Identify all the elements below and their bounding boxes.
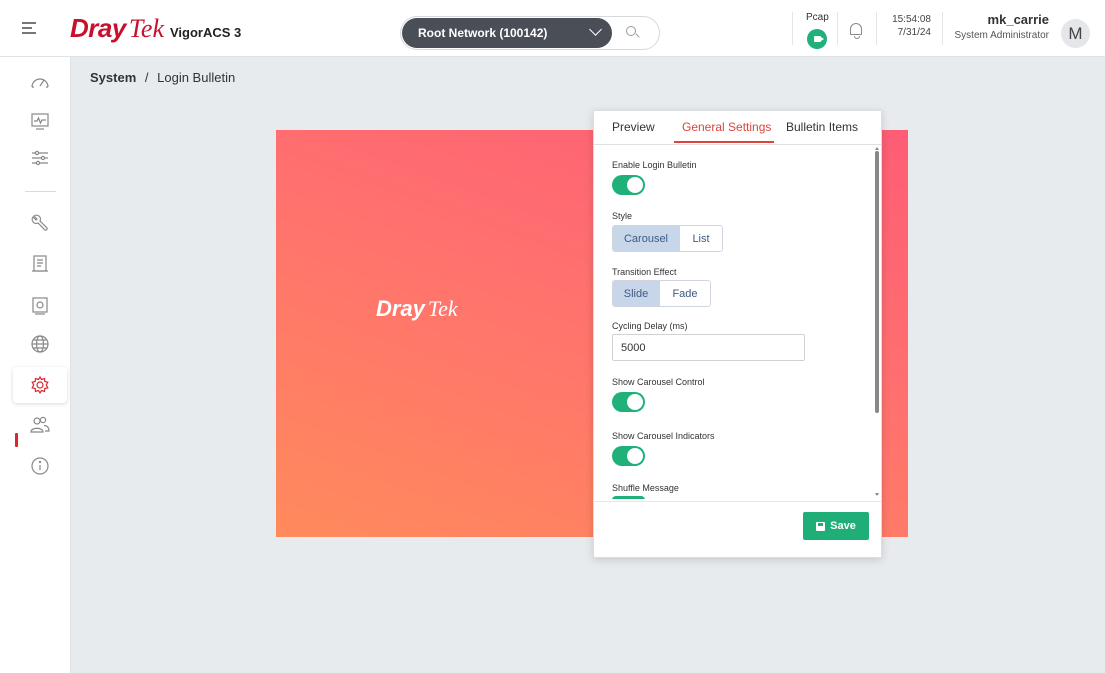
active-tab-underline (674, 141, 774, 143)
top-header: Dray Tek VigorACS 3 Root Network (100142… (0, 0, 1105, 57)
preview-logo-dray: Dray (376, 296, 425, 321)
style-option-list[interactable]: List (679, 226, 722, 251)
floppy-disk-icon (816, 521, 826, 531)
clock-time: 15:54:08 (892, 14, 931, 25)
network-selector[interactable]: Root Network (100142) (402, 18, 612, 48)
cycling-delay-input[interactable]: 5000 (612, 334, 805, 361)
sidebar-item-network[interactable] (13, 326, 67, 362)
configuration-icon (32, 150, 48, 166)
video-camera-icon (813, 36, 824, 42)
clock-date: 7/31/24 (897, 27, 931, 38)
user-name[interactable]: mk_carrie (955, 12, 1049, 27)
monitoring-icon (31, 113, 49, 130)
breadcrumb-page: Login Bulletin (157, 70, 236, 85)
info-icon (31, 457, 49, 475)
users-icon (30, 416, 50, 433)
divider (837, 12, 838, 45)
enable-login-bulletin-label: Enable Login Bulletin (612, 160, 697, 170)
shuffle-message-label: Shuffle Message (612, 483, 679, 493)
show-carousel-control-toggle[interactable] (612, 392, 645, 412)
breadcrumb-separator: / (144, 70, 149, 85)
tab-bulletin-items[interactable]: Bulletin Items (786, 120, 858, 134)
sidebar-item-info[interactable] (13, 448, 67, 484)
sidebar-item-dashboard[interactable] (13, 65, 67, 101)
dashboard-icon (31, 78, 49, 88)
preview-logo-tek: Tek (427, 296, 458, 321)
scroll-up-arrow[interactable] (875, 147, 879, 150)
show-carousel-indicators-toggle[interactable] (612, 446, 645, 466)
panel-body: Enable Login Bulletin Style Carousel Lis… (594, 146, 881, 499)
sidebar-item-maintenance[interactable] (13, 205, 67, 241)
network-selector-label: Root Network (100142) (418, 26, 548, 40)
search-icon[interactable] (626, 26, 636, 36)
provisioning-icon (32, 255, 48, 272)
app-logo: Dray Tek VigorACS 3 (70, 13, 241, 44)
tab-general-settings[interactable]: General Settings (682, 120, 771, 134)
sidebar-item-device[interactable] (13, 288, 67, 324)
pcap-button[interactable] (807, 29, 827, 49)
sidebar (0, 57, 71, 673)
sidebar-item-configuration[interactable] (13, 140, 67, 176)
style-option-carousel[interactable]: Carousel (613, 226, 679, 251)
globe-icon (31, 335, 49, 353)
cycling-delay-label: Cycling Delay (ms) (612, 321, 688, 331)
divider (876, 12, 877, 45)
style-selector: Carousel List (612, 225, 723, 252)
transition-effect-label: Transition Effect (612, 267, 677, 277)
scroll-down-arrow[interactable] (875, 493, 879, 496)
transition-option-fade[interactable]: Fade (659, 281, 710, 306)
transition-option-slide[interactable]: Slide (613, 281, 659, 306)
save-button[interactable]: Save (803, 512, 869, 540)
bell-icon[interactable] (850, 23, 862, 39)
settings-panel: Preview General Settings Bulletin Items … (593, 110, 882, 558)
style-label: Style (612, 211, 633, 221)
save-button-label: Save (830, 520, 856, 532)
divider (942, 12, 943, 45)
product-name: VigorACS 3 (169, 25, 242, 40)
avatar[interactable]: M (1061, 19, 1090, 48)
gear-icon (31, 375, 49, 395)
wrench-icon (31, 214, 48, 231)
clock: 15:54:08 7/31/24 (891, 13, 931, 39)
sidebar-item-monitoring[interactable] (13, 103, 67, 139)
menu-icon[interactable] (22, 22, 36, 34)
breadcrumb-section[interactable]: System (90, 70, 136, 85)
enable-login-bulletin-toggle[interactable] (612, 175, 645, 195)
panel-tabs: Preview General Settings Bulletin Items (594, 111, 881, 145)
breadcrumb: System / Login Bulletin (90, 70, 235, 85)
sidebar-item-provisioning[interactable] (13, 246, 67, 282)
sidebar-item-system[interactable] (13, 367, 67, 403)
shuffle-message-toggle[interactable] (612, 496, 645, 499)
logo-tek: Tek (128, 14, 164, 43)
sidebar-item-users[interactable] (13, 407, 67, 443)
transition-effect-selector: Slide Fade (612, 280, 711, 307)
pcap-label: Pcap (806, 12, 829, 23)
preview-logo: Dray Tek (376, 296, 458, 322)
show-carousel-control-label: Show Carousel Control (612, 377, 705, 387)
chevron-down-icon (589, 23, 602, 36)
divider (792, 12, 793, 45)
logo-dray: Dray (70, 13, 126, 43)
panel-footer-divider (594, 501, 881, 502)
device-icon (32, 297, 48, 315)
panel-scrollbar[interactable] (875, 151, 879, 413)
user-role: System Administrator (954, 30, 1049, 41)
tab-preview[interactable]: Preview (612, 120, 655, 134)
sidebar-divider (25, 191, 56, 192)
show-carousel-indicators-label: Show Carousel Indicators (612, 431, 715, 441)
